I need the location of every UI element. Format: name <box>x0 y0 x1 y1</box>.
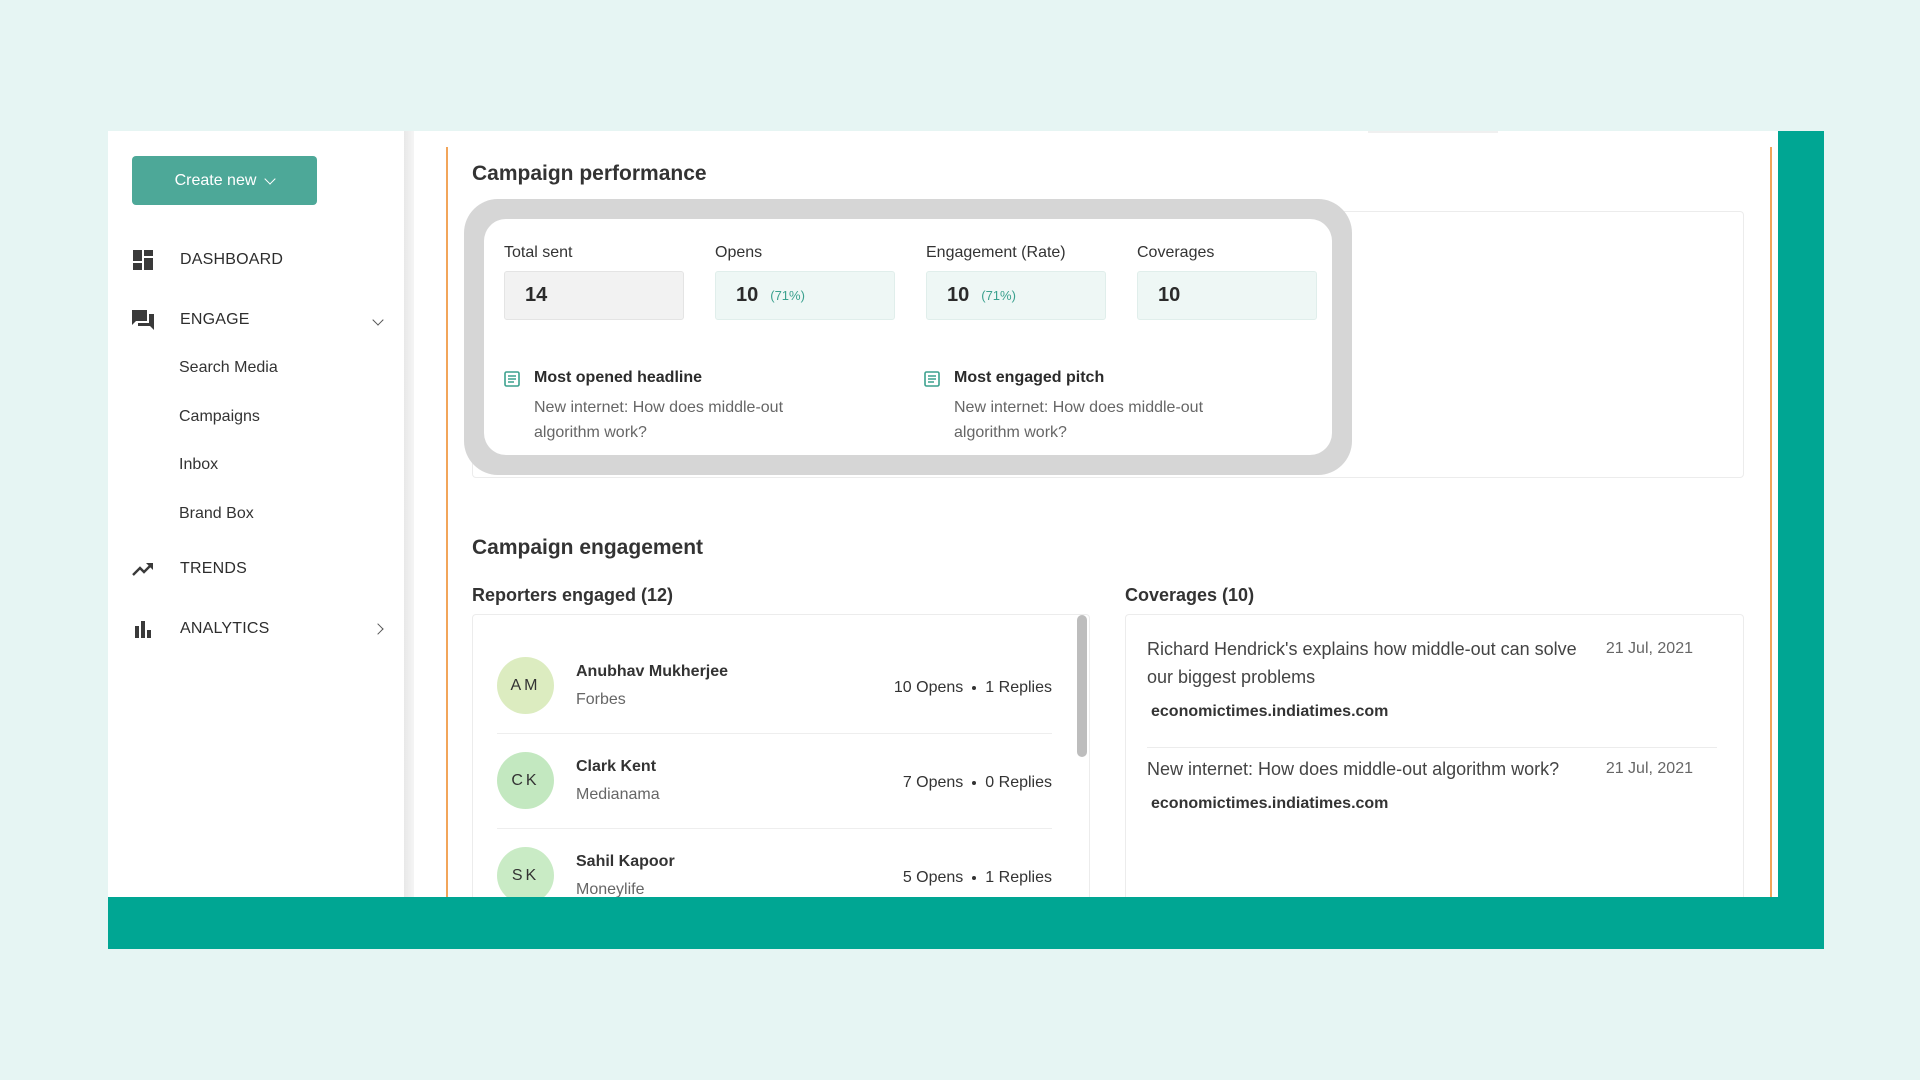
stat-opens: 10 (71%) <box>715 271 895 320</box>
chevron-down-icon <box>264 172 277 185</box>
chevron-down-icon[interactable] <box>372 311 384 329</box>
opens-count: 10 Opens <box>893 679 964 696</box>
stat-value: 10 <box>1158 284 1181 306</box>
reporter-stats: 5 Opens 1 Replies <box>903 869 1052 887</box>
trending-icon <box>132 558 154 580</box>
most-opened-title: Most opened headline <box>534 369 703 386</box>
avatar: SK <box>497 847 554 904</box>
most-opened-text: New internet: How does middle-out algori… <box>534 399 784 441</box>
bar-chart-icon <box>132 618 154 640</box>
sidebar: Create new DASHBOARD ENGAGE Search Media… <box>108 131 405 897</box>
stat-value: 14 <box>525 284 548 306</box>
campaign-performance-title: Campaign performance <box>472 162 707 185</box>
separator-dot <box>972 685 977 690</box>
coverage-title[interactable]: New internet: How does middle-out algori… <box>1147 755 1587 783</box>
opens-count: 5 Opens <box>902 869 964 886</box>
separator-dot <box>972 780 977 785</box>
article-icon <box>924 371 940 387</box>
reporter-outlet: Medianama <box>576 786 660 803</box>
avatar: AM <box>497 657 554 714</box>
reporter-name: Clark Kent <box>576 758 657 775</box>
reporter-row[interactable]: AM Anubhav Mukherjee Forbes 10 Opens 1 Re… <box>497 639 1052 734</box>
dashboard-icon <box>132 249 154 271</box>
create-new-label: Create new <box>174 171 257 189</box>
reporters-engaged-title: Reporters engaged (12) <box>472 585 674 605</box>
coverages-title: Coverages (10) <box>1125 585 1255 605</box>
list-scrollbar[interactable] <box>1077 615 1087 757</box>
nav-brand-box[interactable]: Brand Box <box>179 505 254 523</box>
stat-percent: (71%) <box>981 288 1016 303</box>
article-icon <box>504 371 520 387</box>
stat-label-engagement: Engagement (Rate) <box>926 244 1066 261</box>
reporter-stats: 7 Opens 0 Replies <box>903 774 1052 792</box>
reporter-name: Anubhav Mukherjee <box>576 663 729 680</box>
chevron-right-icon[interactable] <box>372 620 384 638</box>
nav-trends-label: TRENDS <box>180 560 247 577</box>
coverage-source[interactable]: economictimes.indiatimes.com <box>1151 703 1388 721</box>
nav-dashboard[interactable]: DASHBOARD <box>132 245 382 275</box>
avatar: CK <box>497 752 554 809</box>
coverage-source[interactable]: economictimes.indiatimes.com <box>1151 795 1388 813</box>
separator-dot <box>972 875 977 880</box>
stat-total-sent: 14 <box>504 271 684 320</box>
coverages-list: Richard Hendrick's explains how middle-o… <box>1125 614 1744 916</box>
campaign-engagement-title: Campaign engagement <box>472 536 704 559</box>
reporters-list[interactable]: AM Anubhav Mukherjee Forbes 10 Opens 1 Re… <box>472 614 1090 916</box>
nav-engage[interactable]: ENGAGE <box>132 305 384 335</box>
sidebar-divider <box>404 131 414 897</box>
stat-coverages: 10 <box>1137 271 1317 320</box>
opens-count: 7 Opens <box>902 774 964 791</box>
stat-label-opens: Opens <box>715 244 763 261</box>
frame-accent-bottom <box>108 897 1824 949</box>
reporter-outlet: Forbes <box>576 691 626 708</box>
stat-engagement: 10 (71%) <box>926 271 1106 320</box>
app-window: Create new DASHBOARD ENGAGE Search Media… <box>108 131 1824 949</box>
stat-label-coverages: Coverages <box>1137 244 1215 261</box>
reporter-name: Sahil Kapoor <box>576 853 675 870</box>
frame-accent-right <box>1778 131 1824 949</box>
most-engaged-title: Most engaged pitch <box>954 369 1105 386</box>
replies-count: 0 Replies <box>985 774 1052 791</box>
stats-card: Total sent Opens Engagement (Rate) Cover… <box>484 219 1332 455</box>
reporter-stats: 10 Opens 1 Replies <box>894 679 1052 697</box>
nav-search-media[interactable]: Search Media <box>179 359 278 377</box>
nav-analytics-label: ANALYTICS <box>180 620 270 637</box>
stat-value: 10 <box>947 284 970 306</box>
replies-count: 1 Replies <box>985 679 1052 696</box>
stat-label-total-sent: Total sent <box>504 244 573 261</box>
coverage-date: 21 Jul, 2021 <box>1605 760 1693 777</box>
coverage-title[interactable]: Richard Hendrick's explains how middle-o… <box>1147 635 1587 691</box>
nav-inbox[interactable]: Inbox <box>179 456 218 474</box>
nav-analytics[interactable]: ANALYTICS <box>132 614 384 644</box>
reporter-row[interactable]: CK Clark Kent Medianama 7 Opens 0 Replies <box>497 734 1052 829</box>
stat-value: 10 <box>736 284 759 306</box>
create-new-button[interactable]: Create new <box>132 156 317 205</box>
replies-count: 1 Replies <box>985 869 1052 886</box>
most-engaged-text: New internet: How does middle-out algori… <box>954 399 1204 441</box>
nav-trends[interactable]: TRENDS <box>132 554 382 584</box>
coverage-divider <box>1147 747 1717 748</box>
chat-icon <box>132 309 154 331</box>
coverage-date: 21 Jul, 2021 <box>1605 640 1693 657</box>
nav-engage-label: ENGAGE <box>180 311 250 328</box>
stat-percent: (71%) <box>770 288 805 303</box>
nav-campaigns[interactable]: Campaigns <box>179 408 260 426</box>
top-divider <box>1368 131 1498 133</box>
nav-dashboard-label: DASHBOARD <box>180 251 284 268</box>
